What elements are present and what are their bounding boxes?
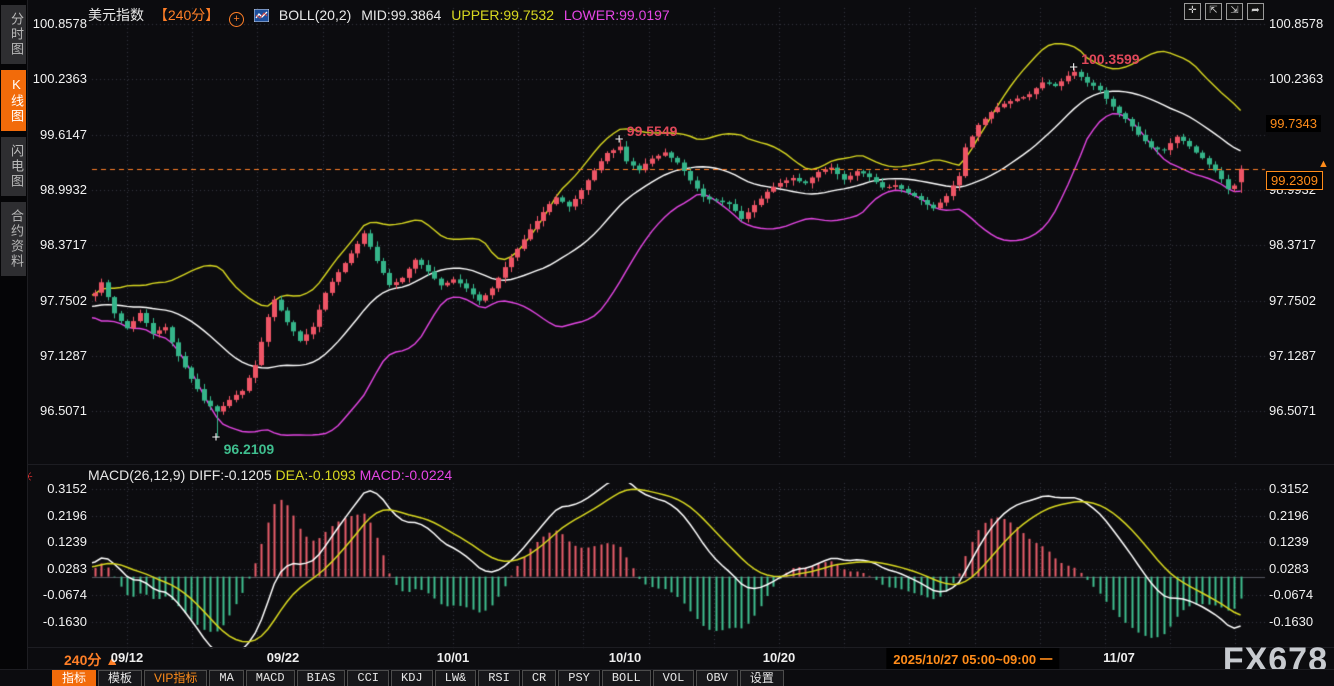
trading-app-window: 分时图 K线图闪电图合约资料 美元指数 【240分】 + BOLL(20,2) M…: [0, 0, 1334, 686]
last-price-label: 99.2309: [1266, 171, 1323, 190]
pane-divider: [28, 464, 1334, 465]
ask-price-label: 99.7343: [1266, 115, 1321, 132]
window-controls: ✛⇱⇲➦: [1184, 3, 1264, 20]
main-axis-left-tick: 96.5071: [32, 403, 87, 418]
macd-axis-right-tick: 0.3152: [1269, 481, 1309, 496]
macd-diff-value: DIFF:-0.1205: [189, 467, 271, 483]
x-axis-date-label: 10/01: [437, 650, 470, 665]
indicator-tab-BIAS[interactable]: BIAS: [297, 670, 346, 686]
macd-axis-right-tick: -0.1630: [1269, 614, 1313, 629]
axis-zoom-in-icon[interactable]: ⇱: [1205, 3, 1222, 20]
indicator-tab-BOLL[interactable]: BOLL: [602, 670, 651, 686]
main-axis-right-tick: 98.3717: [1269, 237, 1316, 252]
sidebar-tab-0[interactable]: 分时图: [1, 5, 26, 64]
price-annotation: 99.5549: [627, 123, 678, 139]
macd-axis-right-tick: 0.1239: [1269, 534, 1309, 549]
axis-zoom-out-icon[interactable]: ⇲: [1226, 3, 1243, 20]
macd-axis-left-tick: 0.1239: [32, 534, 87, 549]
indicator-tab-MACD[interactable]: MACD: [246, 670, 295, 686]
timeframe-label: 【240分】: [154, 7, 219, 23]
boll-mid-value: MID:99.3864: [361, 7, 441, 23]
boll-label: BOLL(20,2): [279, 7, 351, 23]
boll-upper-value: UPPER:99.7532: [451, 7, 554, 23]
macd-axis-right-tick: 0.0283: [1269, 561, 1309, 576]
main-axis-right-tick: 100.2363: [1269, 71, 1323, 86]
macd-axis-left-tick: 0.3152: [32, 481, 87, 496]
macd-axis-left-tick: -0.0674: [32, 587, 87, 602]
x-axis-date-label: 09/12: [111, 650, 144, 665]
annotation-cross-icon: +: [212, 433, 221, 443]
chart-type-sidebar: 分时图 K线图闪电图合约资料: [0, 0, 28, 686]
symbol-name: 美元指数: [88, 7, 144, 23]
indicator-tab-KDJ[interactable]: KDJ: [391, 670, 433, 686]
macd-axis-left-tick: -0.1630: [32, 614, 87, 629]
x-axis: 240分 ▲ 2025/10/27 05:00~09:00 一 09/1209/…: [0, 648, 1334, 668]
macd-title: MACD(26,12,9): [88, 467, 185, 483]
indicator-tab-VIP指标[interactable]: VIP指标: [144, 670, 207, 686]
indicator-tab-指标[interactable]: 指标: [52, 670, 96, 686]
price-annotation: 96.2109: [224, 441, 275, 457]
indicator-tab-设置[interactable]: 设置: [740, 670, 784, 686]
annotation-cross-icon: +: [1069, 63, 1078, 73]
macd-dea-value: DEA:-0.1093: [276, 467, 356, 483]
price-up-arrow-icon: ▲: [1318, 158, 1329, 170]
crosshair-date-label: 2025/10/27 05:00~09:00 一: [886, 648, 1059, 669]
main-axis-right-tick: 96.5071: [1269, 403, 1316, 418]
chart-style-icon[interactable]: [254, 9, 269, 25]
indicator-tab-CCI[interactable]: CCI: [347, 670, 389, 686]
indicator-tab-模板[interactable]: 模板: [98, 670, 142, 686]
main-axis-left-tick: 98.3717: [32, 237, 87, 252]
boll-lower-value: LOWER:99.0197: [564, 7, 670, 23]
sidebar-tab-3[interactable]: 合约资料: [1, 202, 26, 276]
add-indicator-icon[interactable]: +: [229, 12, 244, 27]
sidebar-tab-2[interactable]: 闪电图: [1, 137, 26, 196]
candlestick-chart-canvas[interactable]: [0, 0, 1334, 686]
price-annotation: 100.3599: [1081, 51, 1139, 67]
annotation-cross-icon: +: [615, 135, 624, 145]
main-axis-left-tick: 98.9932: [32, 182, 87, 197]
macd-axis-right-tick: 0.2196: [1269, 508, 1309, 523]
indicator-tab-CR[interactable]: CR: [522, 670, 556, 686]
macd-macd-value: MACD:-0.0224: [360, 467, 453, 483]
main-axis-left-tick: 100.2363: [32, 71, 87, 86]
x-axis-date-label: 09/22: [267, 650, 300, 665]
main-axis-left-tick: 99.6147: [32, 127, 87, 142]
indicator-toolbar: 指标模板VIP指标MAMACDBIASCCIKDJLW&RSICRPSYBOLL…: [0, 669, 1334, 686]
indicator-tab-OBV[interactable]: OBV: [696, 670, 738, 686]
sidebar-tab-1[interactable]: K线图: [1, 70, 26, 131]
crosshair-tool-icon[interactable]: ✛: [1184, 3, 1201, 20]
x-axis-date-label: 11/07: [1103, 650, 1135, 665]
macd-axis-left-tick: 0.0283: [32, 561, 87, 576]
main-axis-right-tick: 97.7502: [1269, 293, 1316, 308]
macd-header: MACD(26,12,9) DIFF:-0.1205 DEA:-0.1093 M…: [88, 467, 452, 483]
indicator-tab-MA[interactable]: MA: [209, 670, 243, 686]
indicator-tab-VOL[interactable]: VOL: [653, 670, 695, 686]
macd-axis-left-tick: 0.2196: [32, 508, 87, 523]
main-axis-right-tick: 97.1287: [1269, 348, 1316, 363]
exit-view-icon[interactable]: ➦: [1247, 3, 1264, 20]
main-axis-left-tick: 97.1287: [32, 348, 87, 363]
main-axis-left-tick: 100.8578: [32, 16, 87, 31]
x-axis-date-label: 10/20: [763, 650, 796, 665]
indicator-tab-PSY[interactable]: PSY: [558, 670, 600, 686]
main-axis-left-tick: 97.7502: [32, 293, 87, 308]
x-axis-date-label: 10/10: [609, 650, 642, 665]
main-axis-right-tick: 100.8578: [1269, 16, 1323, 31]
indicator-tab-RSI[interactable]: RSI: [478, 670, 520, 686]
macd-axis-right-tick: -0.0674: [1269, 587, 1313, 602]
indicator-tab-LW&[interactable]: LW&: [435, 670, 477, 686]
chart-header: 美元指数 【240分】 + BOLL(20,2) MID:99.3864 UPP…: [88, 5, 676, 27]
